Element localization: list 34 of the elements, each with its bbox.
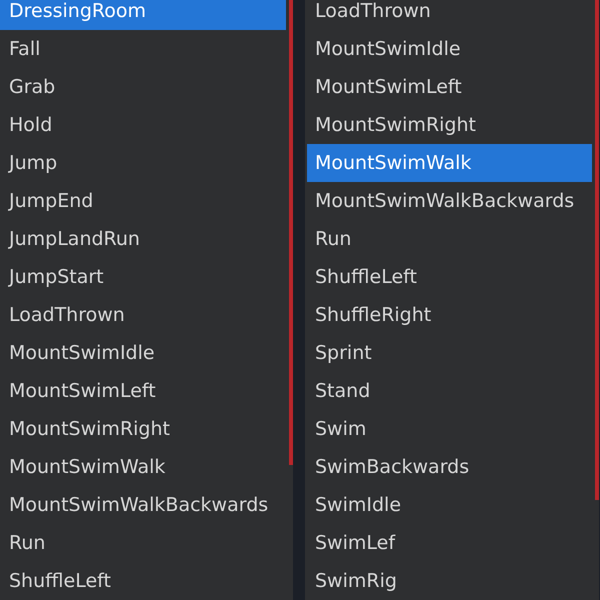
list-item[interactable]: MountSwimWalkBackwards	[307, 182, 592, 220]
list-item[interactable]: ShuffleRight	[307, 296, 592, 334]
list-item[interactable]: Fall	[0, 30, 286, 68]
list-item[interactable]: Grab	[0, 68, 286, 106]
list-item[interactable]: MountSwimLeft	[307, 68, 592, 106]
list-item[interactable]: ShuffleLeft	[0, 562, 286, 600]
list-item[interactable]: MountSwimLeft	[0, 372, 286, 410]
list-item[interactable]: Run	[307, 220, 592, 258]
list-item[interactable]: LoadThrown	[0, 296, 286, 334]
list-item[interactable]: MountSwimWalkBackwards	[0, 486, 286, 524]
scrollbar[interactable]	[595, 0, 599, 500]
list-item[interactable]: SwimIdle	[307, 486, 592, 524]
list-item[interactable]: JumpEnd	[0, 182, 286, 220]
list-item[interactable]: DressingRoom	[0, 0, 286, 30]
list-item[interactable]: Swim	[307, 410, 592, 448]
list-item[interactable]: MountSwimWalk	[0, 448, 286, 486]
list-item[interactable]: Sprint	[307, 334, 592, 372]
list-item[interactable]: MountSwimRight	[0, 410, 286, 448]
list-item[interactable]: MountSwimWalk	[307, 144, 592, 182]
list-item[interactable]: LoadThrown	[307, 0, 592, 30]
list-item[interactable]: SwimLef	[307, 524, 592, 562]
list-item[interactable]: SwimRig	[307, 562, 592, 600]
list-item[interactable]: Run	[0, 524, 286, 562]
list-item[interactable]: SwimBackwards	[307, 448, 592, 486]
list-item[interactable]: Jump	[0, 144, 286, 182]
list-item[interactable]: MountSwimIdle	[0, 334, 286, 372]
list-item[interactable]: Stand	[307, 372, 592, 410]
list-item[interactable]: JumpLandRun	[0, 220, 286, 258]
list-item[interactable]: JumpStart	[0, 258, 286, 296]
list-item[interactable]: Hold	[0, 106, 286, 144]
scrollbar[interactable]	[289, 0, 293, 465]
list-item[interactable]: ShuffleLeft	[307, 258, 592, 296]
list-item[interactable]: MountSwimIdle	[307, 30, 592, 68]
list-item[interactable]: MountSwimRight	[307, 106, 592, 144]
